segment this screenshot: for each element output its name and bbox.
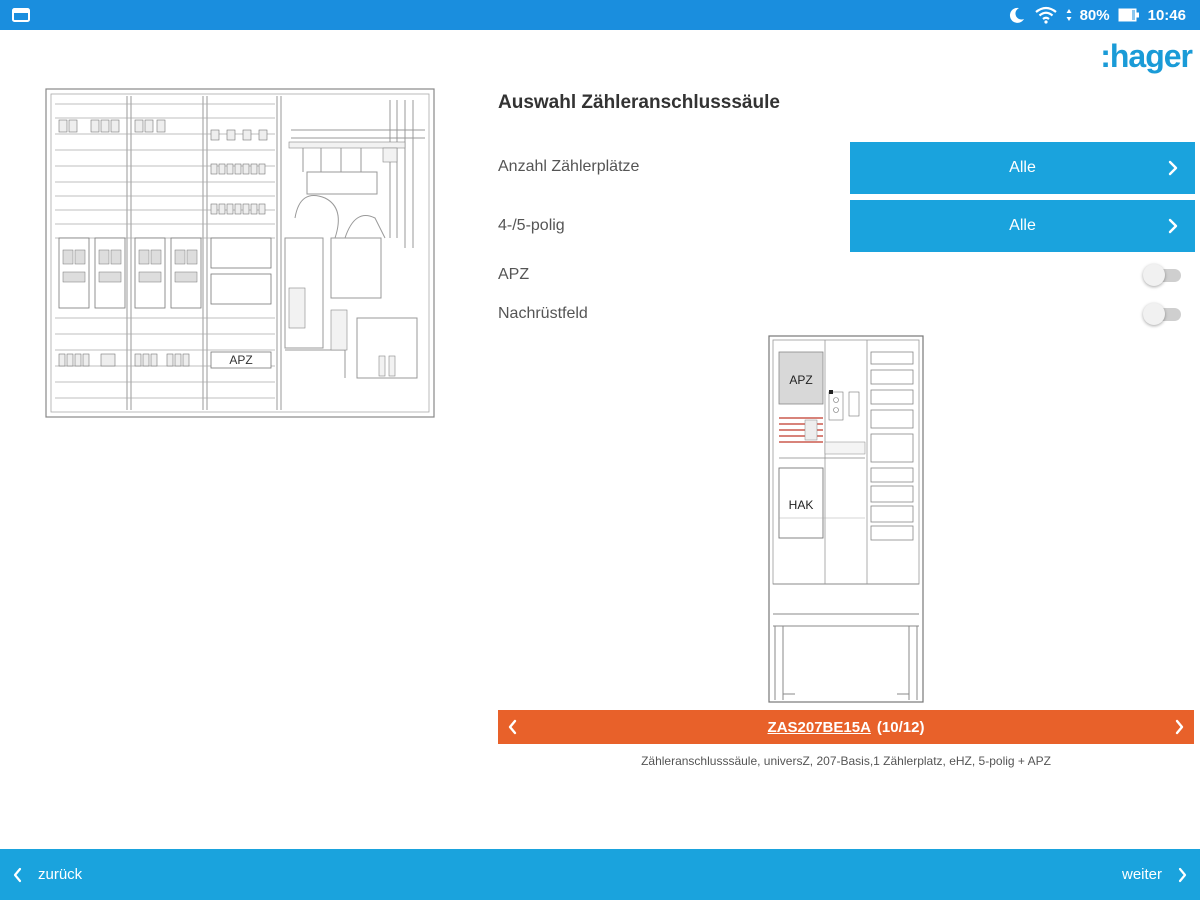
product-description: Zähleranschlusssäule, universZ, 207-Basi…	[641, 754, 1051, 768]
chevron-left-icon	[13, 867, 22, 882]
chevron-right-icon	[1168, 160, 1178, 176]
hak-block-label: HAK	[789, 498, 814, 512]
product-drawing: APZ HAK	[768, 335, 924, 703]
poles-label: 4-/5-polig	[498, 217, 565, 234]
apz-label: APZ	[229, 353, 252, 367]
page-title: Auswahl Zähleranschlusssäule	[498, 92, 780, 113]
chevron-right-icon	[1168, 218, 1178, 234]
hager-logo: :hager	[1100, 38, 1193, 74]
bottom-navigation-bar: zurück weiter	[0, 849, 1200, 900]
cabinet-wiring-diagram: APZ	[45, 88, 435, 418]
apz-toggle[interactable]	[1143, 264, 1183, 286]
next-product-button[interactable]	[1164, 710, 1194, 744]
meter-places-label: Anzahl Zählerplätze	[498, 158, 640, 175]
status-bar: 80% 10:46	[0, 0, 1200, 30]
product-code-link[interactable]: ZAS207BE15A	[768, 719, 871, 736]
chevron-left-icon	[508, 719, 517, 735]
toggle-thumb	[1143, 303, 1165, 325]
poles-value: Alle	[1009, 217, 1036, 234]
apz-option-label: APZ	[498, 266, 530, 283]
battery-icon	[1118, 8, 1139, 22]
product-selector-bar: ZAS207BE15A (10/12)	[498, 710, 1194, 744]
chevron-right-icon	[1178, 867, 1187, 882]
moon-icon	[1009, 7, 1024, 23]
poles-select[interactable]: Alle	[850, 200, 1195, 252]
product-counter: (10/12)	[876, 718, 925, 736]
toggle-thumb	[1143, 264, 1165, 286]
previous-product-button[interactable]	[498, 710, 528, 744]
meter-places-select[interactable]: Alle	[850, 142, 1195, 194]
next-button[interactable]: weiter	[1122, 849, 1188, 900]
apz-block-label: APZ	[789, 373, 812, 387]
battery-percent: 80%	[1079, 6, 1110, 24]
retrofit-option-label: Nachrüstfeld	[498, 305, 588, 322]
chevron-right-icon	[1175, 719, 1184, 735]
data-sync-icon	[1066, 9, 1072, 21]
retrofit-toggle[interactable]	[1143, 303, 1183, 325]
back-button[interactable]: zurück	[12, 849, 82, 900]
wifi-icon	[1034, 6, 1057, 24]
back-label: zurück	[38, 866, 83, 883]
meter-places-value: Alle	[1009, 159, 1036, 176]
gallery-icon	[12, 8, 30, 22]
next-label: weiter	[1121, 866, 1162, 883]
clock: 10:46	[1147, 6, 1186, 24]
